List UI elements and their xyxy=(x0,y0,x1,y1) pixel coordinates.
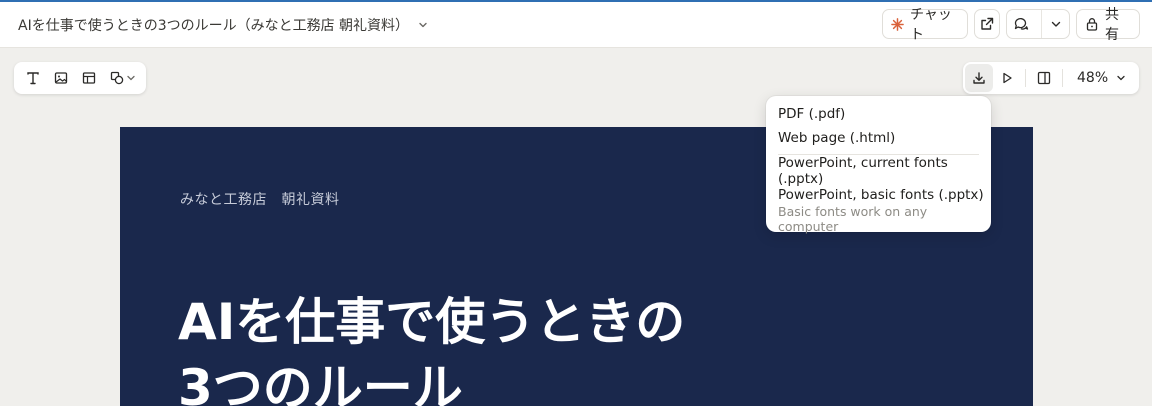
comments-menu-button[interactable] xyxy=(1041,10,1069,38)
export-pptx-current-fonts-item[interactable]: PowerPoint, current fonts (.pptx) xyxy=(766,155,991,187)
header-bar: AIを仕事で使うときの3つのルール（みなと工務店 朝礼資料） チャット 共有 xyxy=(0,2,1152,48)
present-button[interactable] xyxy=(993,64,1021,92)
text-icon xyxy=(26,71,40,85)
share-button[interactable]: 共有 xyxy=(1076,7,1140,43)
download-icon xyxy=(972,71,986,85)
image-tool-button[interactable] xyxy=(50,67,72,89)
comment-icon xyxy=(1013,16,1029,32)
view-toolbar: 48% xyxy=(963,62,1139,94)
export-menu-note: Basic fonts work on any computer xyxy=(778,204,928,234)
zoom-control[interactable]: 48% xyxy=(1077,70,1126,86)
toolbar-divider xyxy=(1025,69,1026,87)
document-title[interactable]: AIを仕事で使うときの3つのルール（みなと工務店 朝礼資料） xyxy=(18,15,429,35)
shapes-tool-button[interactable] xyxy=(106,67,140,89)
export-menu: PDF (.pdf) Web page (.html) PowerPoint, … xyxy=(766,96,991,234)
table-tool-button[interactable] xyxy=(78,67,100,89)
comments-group xyxy=(1006,9,1070,39)
zoom-level: 48% xyxy=(1077,70,1109,86)
export-pdf-item[interactable]: PDF (.pdf) xyxy=(766,102,991,126)
insert-toolbar xyxy=(14,62,146,94)
play-icon xyxy=(1000,71,1014,85)
chevron-down-icon xyxy=(1050,18,1062,30)
toolbar-divider xyxy=(1062,69,1063,87)
open-external-button[interactable] xyxy=(974,9,1000,39)
shapes-icon xyxy=(110,71,124,85)
text-tool-button[interactable] xyxy=(22,67,44,89)
share-button-label: 共有 xyxy=(1105,7,1119,43)
chevron-down-icon xyxy=(126,73,136,83)
lock-icon xyxy=(1085,17,1099,31)
document-title-text: AIを仕事で使うときの3つのルール（みなと工務店 朝礼資料） xyxy=(18,18,410,34)
comments-button[interactable] xyxy=(1007,10,1035,38)
toggle-panel-button[interactable] xyxy=(1030,64,1058,92)
sparkle-icon xyxy=(891,17,904,31)
image-icon xyxy=(54,71,68,85)
panel-icon xyxy=(1037,71,1051,85)
chevron-down-icon xyxy=(417,19,429,31)
download-button[interactable] xyxy=(965,64,993,92)
slide-subtitle: みなと工務店 朝礼資料 xyxy=(180,192,340,208)
chevron-down-icon xyxy=(1116,73,1126,83)
export-html-item[interactable]: Web page (.html) xyxy=(766,126,991,150)
open-external-icon xyxy=(979,16,995,32)
slide-title: AIを仕事で使うときの 3つのルール xyxy=(178,293,686,406)
chat-button-label: チャット xyxy=(910,7,952,43)
table-icon xyxy=(82,71,96,85)
chat-button[interactable]: チャット xyxy=(882,7,968,43)
